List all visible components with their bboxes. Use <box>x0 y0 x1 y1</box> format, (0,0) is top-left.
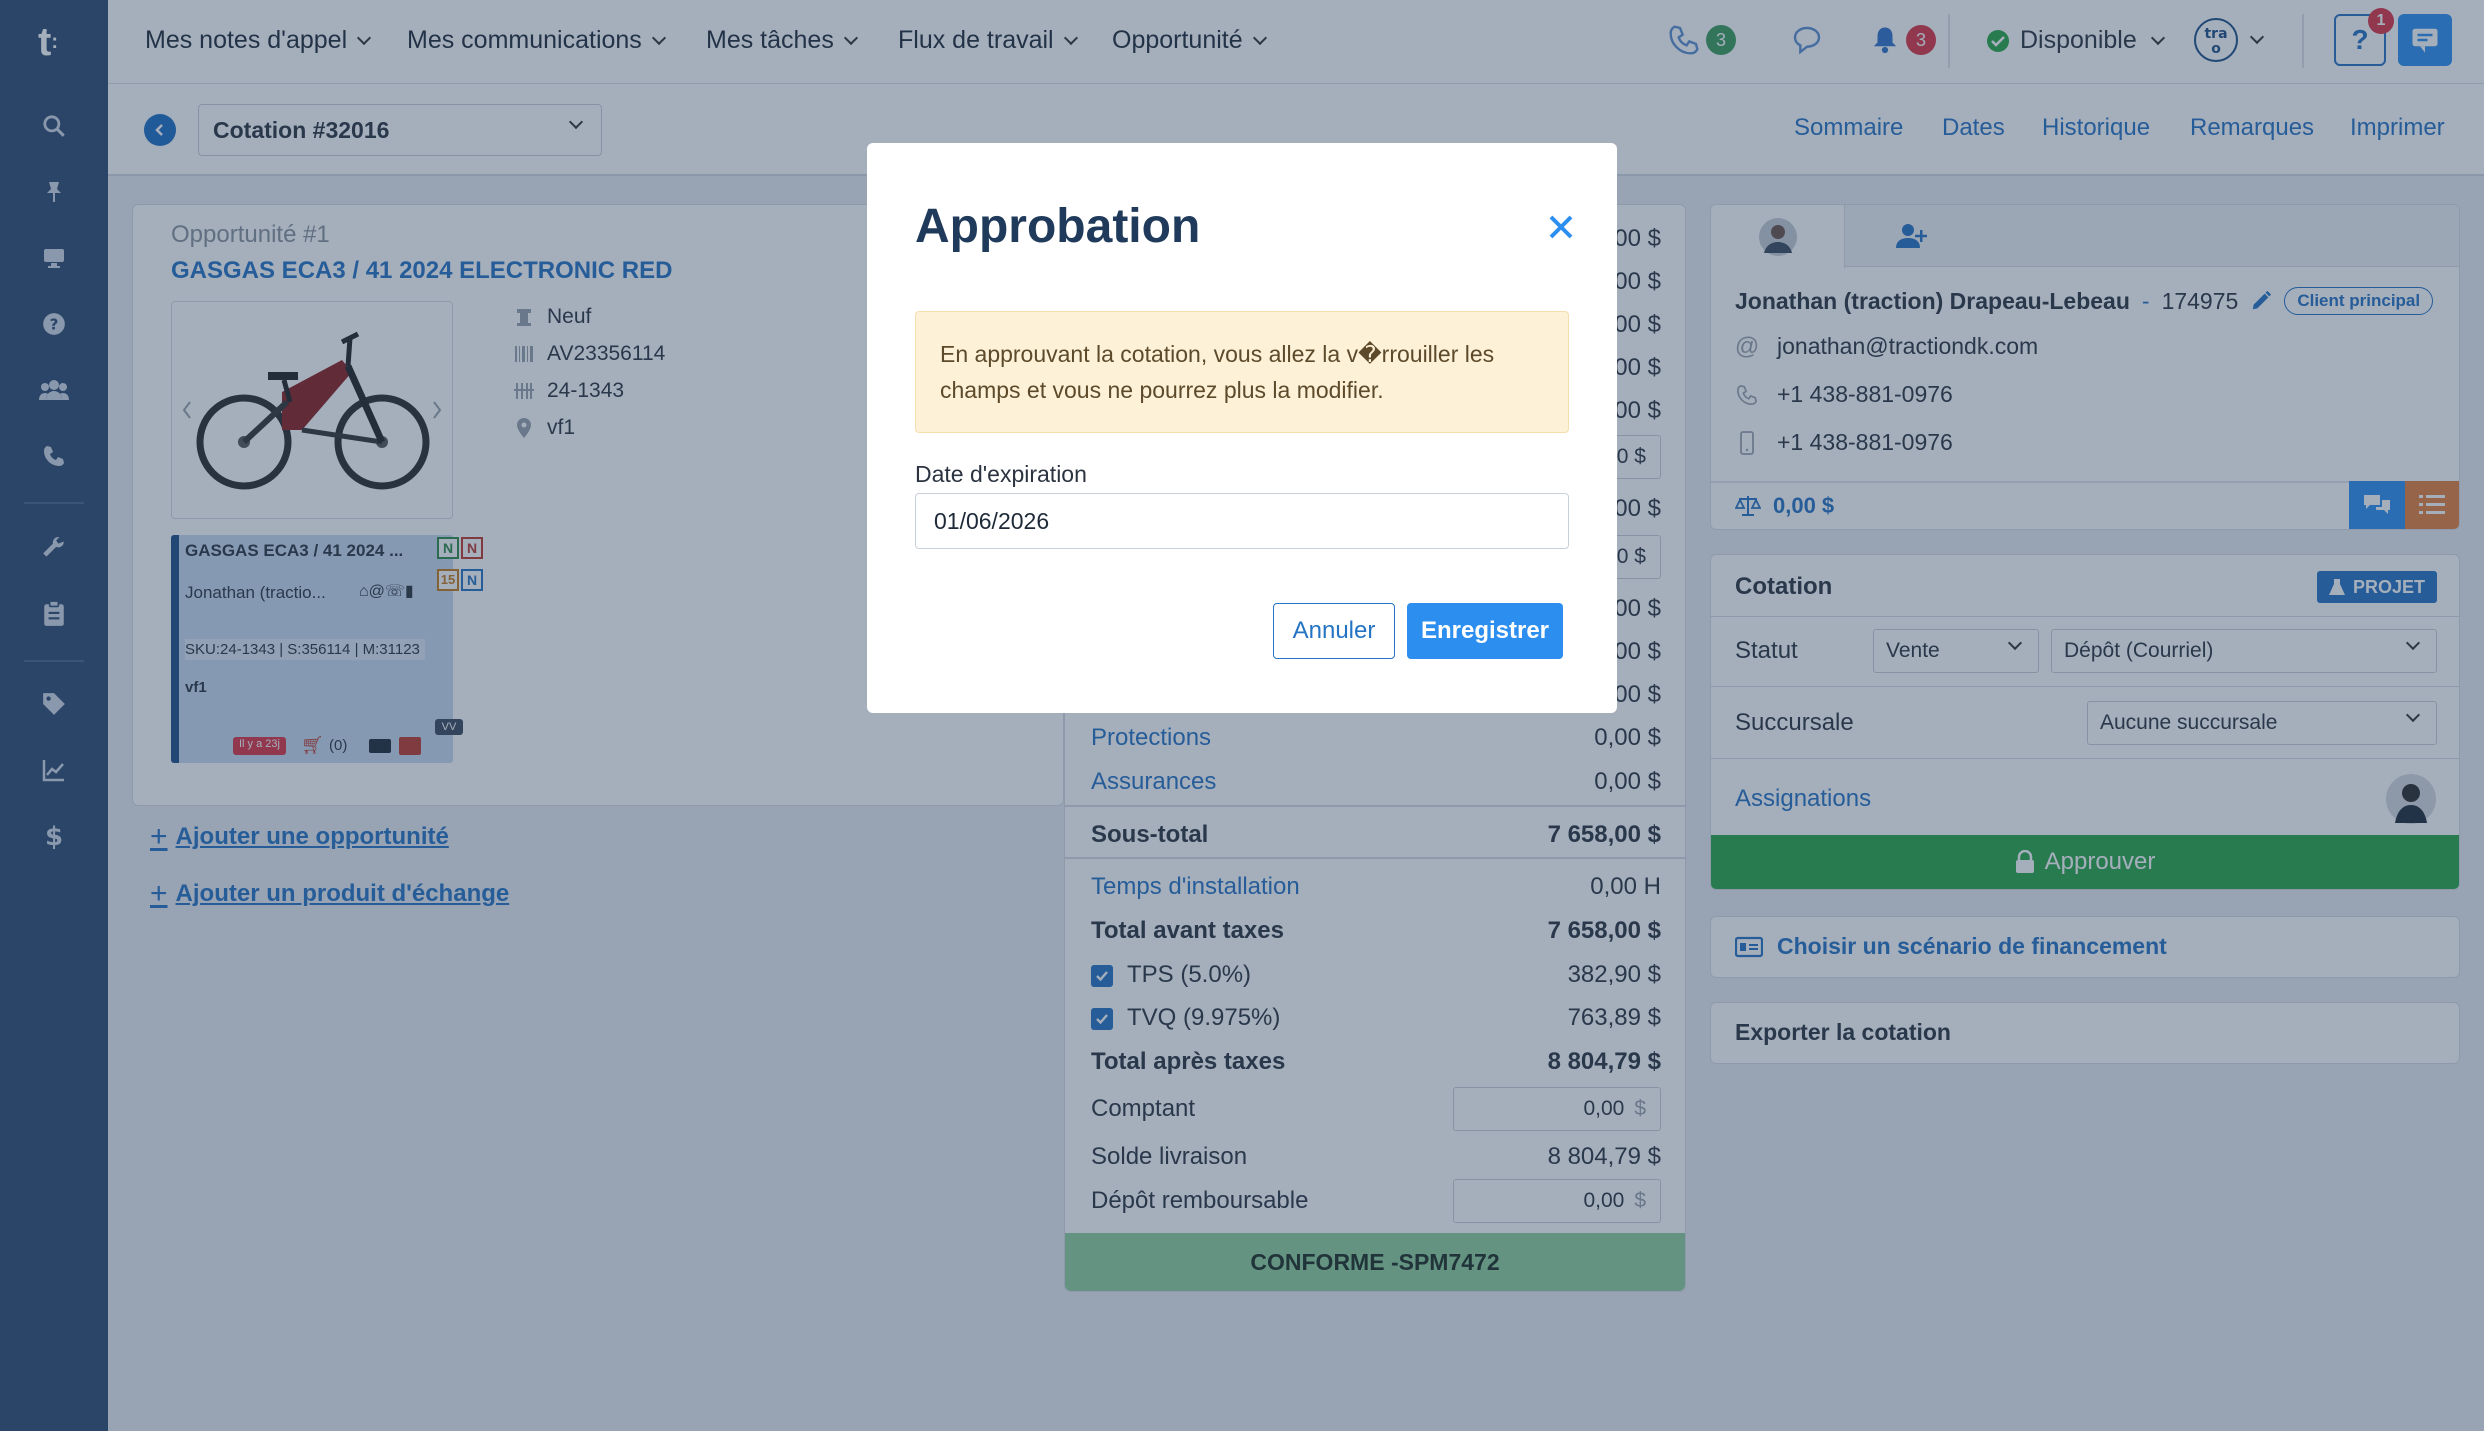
cancel-button[interactable]: Annuler <box>1273 603 1395 659</box>
save-button[interactable]: Enregistrer <box>1407 603 1563 659</box>
expiration-date-input[interactable]: 01/06/2026 <box>915 493 1569 549</box>
close-icon[interactable] <box>1543 209 1579 245</box>
approval-modal: Approbation En approuvant la cotation, v… <box>867 143 1617 713</box>
expiration-date-label: Date d'expiration <box>915 461 1087 487</box>
warning-message: En approuvant la cotation, vous allez la… <box>915 311 1569 433</box>
modal-title: Approbation <box>915 200 1201 253</box>
